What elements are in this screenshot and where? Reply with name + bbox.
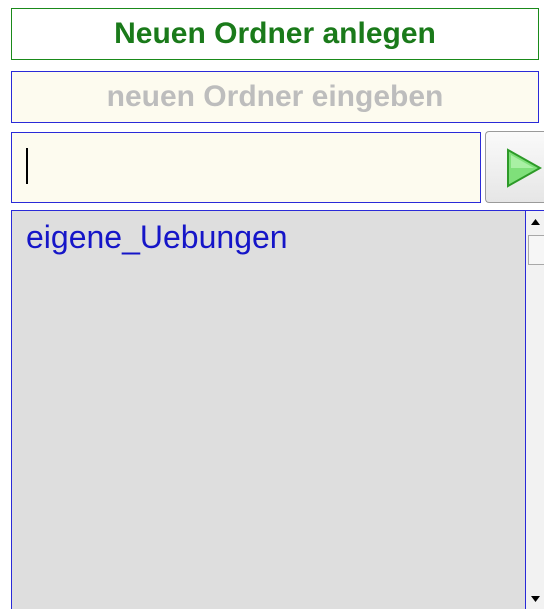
play-triangle-icon	[507, 148, 542, 188]
list-scrollbar[interactable]	[525, 211, 544, 609]
arrow-up-icon	[531, 219, 540, 225]
input-hint-text: neuen Ordner eingeben	[106, 80, 444, 113]
input-hint: neuen Ordner eingeben	[11, 71, 539, 123]
scroll-up-button[interactable]	[526, 211, 544, 233]
text-caret	[26, 148, 28, 184]
folder-list[interactable]: eigene_Uebungen	[11, 210, 544, 609]
folder-name-input[interactable]	[11, 132, 481, 203]
dialog-title-text: Neuen Ordner anlegen	[114, 17, 436, 50]
dialog-title: Neuen Ordner anlegen	[11, 8, 539, 60]
scroll-thumb[interactable]	[528, 235, 544, 265]
scroll-down-button[interactable]	[526, 587, 544, 609]
create-folder-button[interactable]	[485, 131, 544, 203]
list-item[interactable]: eigene_Uebungen	[26, 219, 288, 256]
arrow-down-icon	[531, 596, 540, 602]
